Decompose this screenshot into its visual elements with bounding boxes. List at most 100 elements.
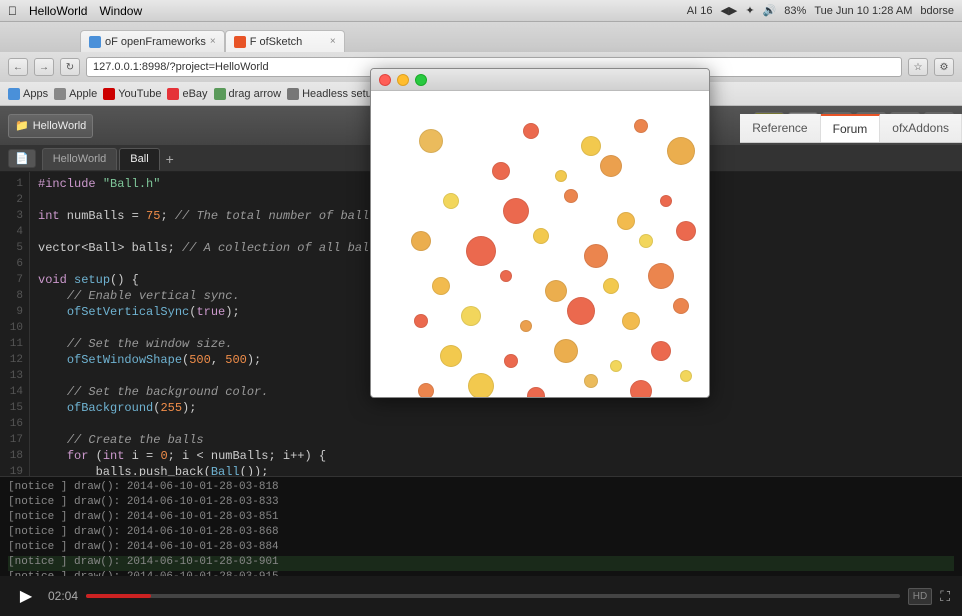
file-selector-label: HelloWorld xyxy=(33,120,87,132)
minimize-button[interactable] xyxy=(397,74,409,86)
tab-close-1[interactable]: × xyxy=(210,36,216,47)
bookmark-button[interactable]: ☆ xyxy=(908,58,928,76)
play-button[interactable]: ▶ xyxy=(12,582,40,610)
ball-33 xyxy=(610,360,622,372)
menubar-wifi: ◀▶ xyxy=(720,4,737,17)
right-nav-reference[interactable]: Reference xyxy=(740,114,820,142)
right-nav: Reference Forum ofxAddons xyxy=(740,114,962,143)
of-titlebar xyxy=(371,69,709,91)
window-menu[interactable]: Window xyxy=(99,4,142,18)
right-nav-forum-label: Forum xyxy=(833,122,868,136)
back-button[interactable]: ← xyxy=(8,58,28,76)
code-tab-ball[interactable]: Ball xyxy=(119,148,159,170)
close-button[interactable] xyxy=(379,74,391,86)
bookmark-drag-arrow[interactable]: drag arrow xyxy=(214,88,282,100)
ball-31 xyxy=(504,354,518,368)
ball-8 xyxy=(443,193,459,209)
line-num-17: 17 xyxy=(0,432,29,448)
ball-36 xyxy=(468,373,494,397)
code-tab-ball-label: Ball xyxy=(130,153,148,165)
line-num-19: 19 xyxy=(0,464,29,476)
settings-button[interactable]: ⚙ xyxy=(934,58,954,76)
ball-14 xyxy=(466,236,496,266)
code-tab-helloworld-label: HelloWorld xyxy=(53,153,107,165)
file-tab-selector-label: 📄 xyxy=(15,152,29,165)
right-nav-forum[interactable]: Forum xyxy=(821,114,881,142)
line-num-7: 7 xyxy=(0,272,29,288)
line-num-5: 5 xyxy=(0,240,29,256)
browser-window: oF openFrameworks × F ofSketch × ← → ↻ 1… xyxy=(0,22,962,592)
app-name[interactable]: HelloWorld xyxy=(29,4,87,18)
url-text: 127.0.0.1:8998/?project=HelloWorld xyxy=(93,61,269,73)
ball-13 xyxy=(411,231,431,251)
ball-10 xyxy=(564,189,578,203)
apple-menu[interactable]:  xyxy=(8,4,17,18)
bookmark-headless[interactable]: Headless setup xyxy=(287,88,378,100)
line-num-15: 15 xyxy=(0,400,29,416)
ball-7 xyxy=(600,155,622,177)
line-num-11: 11 xyxy=(0,336,29,352)
right-nav-ofxaddons[interactable]: ofxAddons xyxy=(880,114,962,142)
browser-tab-1[interactable]: oF openFrameworks × xyxy=(80,30,225,52)
tab-close-2[interactable]: × xyxy=(330,36,336,47)
ball-17 xyxy=(639,234,653,248)
progress-fill xyxy=(86,594,151,598)
ball-15 xyxy=(533,228,549,244)
bookmark-icon-drag-arrow xyxy=(214,88,226,100)
forward-button[interactable]: → xyxy=(34,58,54,76)
bookmark-icon-apps xyxy=(8,88,20,100)
line-num-3: 3 xyxy=(0,208,29,224)
browser-tab-bar: oF openFrameworks × F ofSketch × xyxy=(0,22,962,52)
fullscreen-button[interactable]: ⛶ xyxy=(940,588,950,605)
ball-29 xyxy=(673,298,689,314)
file-tab-selector[interactable]: 📄 xyxy=(8,149,36,168)
ball-22 xyxy=(603,278,619,294)
new-tab-button[interactable]: + xyxy=(162,151,178,167)
ball-3 xyxy=(634,119,648,133)
bookmark-icon-headless xyxy=(287,88,299,100)
line-num-14: 14 xyxy=(0,384,29,400)
console-line-2: [notice ] draw(): 2014-06-10-01-28-03-83… xyxy=(8,496,954,511)
bookmark-label-headless: Headless setup xyxy=(302,88,378,100)
ball-9 xyxy=(503,198,529,224)
ball-16 xyxy=(584,244,608,268)
ball-27 xyxy=(567,297,595,325)
line-num-8: 8 xyxy=(0,288,29,304)
maximize-button[interactable] xyxy=(415,74,427,86)
bookmark-label-apple: Apple xyxy=(69,88,97,100)
line-num-1: 1 xyxy=(0,176,29,192)
menubar-user: bdorse xyxy=(920,5,954,17)
progress-bar[interactable] xyxy=(86,594,900,598)
line-num-6: 6 xyxy=(0,256,29,272)
ball-20 xyxy=(500,270,512,282)
bookmark-ebay[interactable]: eBay xyxy=(167,88,207,100)
line-num-16: 16 xyxy=(0,416,29,432)
ball-37 xyxy=(527,387,545,397)
ball-30 xyxy=(440,345,462,367)
ball-21 xyxy=(545,280,567,302)
console: [notice ] draw(): 2014-06-10-01-28-03-81… xyxy=(0,476,962,576)
bookmark-label-drag-arrow: drag arrow xyxy=(229,88,282,100)
ball-35 xyxy=(418,383,434,397)
line-num-2: 2 xyxy=(0,192,29,208)
code-tab-helloworld[interactable]: HelloWorld xyxy=(42,148,118,170)
ball-0 xyxy=(419,129,443,153)
bookmark-icon-apple xyxy=(54,88,66,100)
of-app-window xyxy=(370,68,710,398)
ball-11 xyxy=(617,212,635,230)
browser-tab-2-label: F ofSketch xyxy=(250,36,303,48)
console-line-6: [notice ] draw(): 2014-06-10-01-28-03-90… xyxy=(8,556,954,571)
file-selector[interactable]: 📁 HelloWorld xyxy=(8,114,93,138)
ball-34 xyxy=(651,341,671,361)
bookmark-label-apps: Apps xyxy=(23,88,48,100)
code-line-16 xyxy=(38,416,954,432)
browser-tab-2[interactable]: F ofSketch × xyxy=(225,30,345,52)
bookmark-youtube[interactable]: YouTube xyxy=(103,88,161,100)
bookmark-apps[interactable]: Apps xyxy=(8,88,48,100)
reload-button[interactable]: ↻ xyxy=(60,58,80,76)
menubar-time: Tue Jun 10 1:28 AM xyxy=(814,5,912,17)
ball-1 xyxy=(523,123,539,139)
bookmark-apple[interactable]: Apple xyxy=(54,88,97,100)
right-nav-reference-label: Reference xyxy=(752,121,807,135)
menubar:  HelloWorld Window AI 16 ◀▶ ✦ 🔊 83% Tue… xyxy=(0,0,962,22)
